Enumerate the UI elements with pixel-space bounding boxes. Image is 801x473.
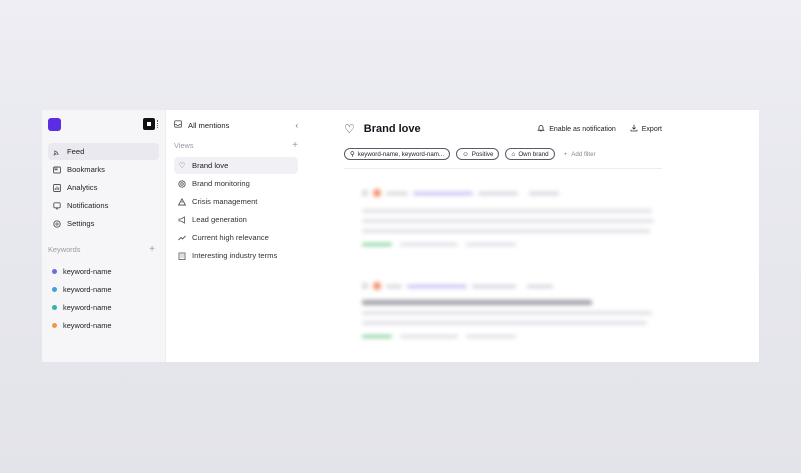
page-title: Brand love bbox=[363, 123, 421, 135]
all-mentions-row[interactable]: All mentions ‹ bbox=[174, 118, 298, 132]
bell-icon bbox=[537, 124, 545, 134]
view-item-label: Brand monitoring bbox=[192, 179, 250, 188]
view-item-current-high-relevance[interactable]: Current high relevance bbox=[174, 229, 298, 246]
workspace-switcher[interactable] bbox=[143, 118, 159, 130]
enable-notification-label: Enable as notification bbox=[549, 125, 616, 133]
view-item-lead-generation[interactable]: Lead generation bbox=[174, 211, 298, 228]
add-keyword-icon[interactable]: + bbox=[149, 244, 155, 255]
trend-icon bbox=[178, 234, 186, 242]
sidebar-item-settings[interactable]: Settings bbox=[48, 215, 159, 232]
keyword-filter-label: keyword-name, keyword-nam... bbox=[357, 150, 445, 158]
sidebar-header bbox=[48, 117, 159, 131]
sidebar-item-analytics[interactable]: Analytics bbox=[48, 179, 159, 196]
view-item-label: Crisis management bbox=[192, 197, 258, 206]
more-vertical-icon bbox=[157, 120, 159, 128]
view-item-label: Current high relevance bbox=[192, 233, 269, 242]
heart-icon: ♡ bbox=[178, 161, 186, 170]
smile-icon: ☺ bbox=[462, 150, 469, 158]
keyword-color-dot bbox=[52, 268, 57, 274]
plus-icon: + bbox=[563, 150, 568, 158]
keyword-label: keyword-name bbox=[63, 320, 112, 330]
workspace-icon bbox=[143, 118, 155, 130]
keyword-filter-chip[interactable]: ⚲ keyword-name, keyword-nam... bbox=[344, 148, 451, 160]
keyword-item[interactable]: keyword-name bbox=[48, 280, 159, 298]
avatar bbox=[373, 189, 381, 197]
view-item-brand-monitoring[interactable]: Brand monitoring bbox=[174, 175, 298, 192]
sidebar-item-bookmarks[interactable]: Bookmarks bbox=[48, 161, 159, 178]
views-section-header: Views + bbox=[174, 138, 298, 153]
building-icon bbox=[178, 252, 186, 260]
sidebar: Feed Bookmarks Analytics Notifications S… bbox=[42, 110, 166, 362]
keyword-color-dot bbox=[52, 304, 57, 310]
keyword-item[interactable]: keyword-name bbox=[48, 316, 159, 334]
sidebar-item-notifications[interactable]: Notifications bbox=[48, 197, 159, 214]
sidebar-item-label: Settings bbox=[67, 219, 95, 228]
views-panel: All mentions ‹ Views + ♡ Brand love Bran… bbox=[166, 110, 304, 362]
view-item-interesting-industry-terms[interactable]: Interesting industry terms bbox=[174, 247, 298, 264]
main-header: ♡ Brand love Enable as notification Expo… bbox=[344, 122, 662, 136]
tag-icon: ⌂ bbox=[511, 150, 516, 158]
source-icon bbox=[362, 283, 368, 289]
download-icon bbox=[630, 124, 638, 134]
key-icon: ⚲ bbox=[350, 151, 355, 158]
sidebar-item-label: Notifications bbox=[67, 201, 109, 210]
add-filter-button[interactable]: + Add filter bbox=[561, 151, 596, 158]
view-item-label: Interesting industry terms bbox=[192, 251, 278, 260]
export-button[interactable]: Export bbox=[630, 124, 662, 134]
sidebar-item-feed[interactable]: Feed bbox=[48, 143, 159, 160]
keyword-label: keyword-name bbox=[63, 266, 112, 276]
sentiment-filter-label: Positive bbox=[471, 150, 494, 158]
chart-icon bbox=[53, 183, 61, 192]
sidebar-item-label: Feed bbox=[67, 147, 85, 156]
heart-icon: ♡ bbox=[344, 122, 355, 136]
keyword-color-dot bbox=[52, 286, 57, 292]
view-item-crisis-management[interactable]: Crisis management bbox=[174, 193, 298, 210]
collapse-panel-icon[interactable]: ‹ bbox=[295, 121, 298, 130]
target-icon bbox=[178, 179, 186, 188]
warning-icon bbox=[178, 197, 186, 206]
keyword-item[interactable]: keyword-name bbox=[48, 298, 159, 316]
divider bbox=[344, 168, 662, 169]
megaphone-icon bbox=[178, 215, 186, 224]
mention-card[interactable] bbox=[344, 272, 659, 338]
app-logo bbox=[48, 117, 61, 131]
bell-icon bbox=[53, 201, 61, 210]
sidebar-item-label: Analytics bbox=[67, 183, 98, 192]
sentiment-filter-chip[interactable]: ☺ Positive bbox=[456, 148, 500, 160]
keyword-label: keyword-name bbox=[63, 302, 112, 312]
export-label: Export bbox=[641, 125, 662, 133]
avatar bbox=[373, 282, 381, 290]
gear-icon bbox=[53, 219, 61, 228]
brand-filter-label: Own brand bbox=[518, 150, 549, 158]
bookmark-icon bbox=[53, 166, 61, 174]
app-window: Feed Bookmarks Analytics Notifications S… bbox=[42, 110, 759, 362]
add-view-icon[interactable]: + bbox=[292, 140, 298, 151]
keywords-title: Keywords bbox=[48, 245, 81, 254]
add-filter-label: Add filter bbox=[571, 150, 596, 158]
views-title: Views bbox=[174, 141, 194, 150]
keywords-section-header: Keywords + bbox=[48, 244, 155, 255]
keyword-item[interactable]: keyword-name bbox=[48, 262, 159, 280]
keyword-color-dot bbox=[52, 322, 57, 328]
view-item-brand-love[interactable]: ♡ Brand love bbox=[174, 157, 298, 174]
keyword-label: keyword-name bbox=[63, 284, 112, 294]
view-item-label: Lead generation bbox=[192, 215, 247, 224]
view-item-label: Brand love bbox=[192, 161, 229, 170]
all-mentions-label: All mentions bbox=[188, 120, 230, 130]
brand-filter-chip[interactable]: ⌂ Own brand bbox=[505, 148, 555, 160]
enable-notification-button[interactable]: Enable as notification bbox=[537, 124, 616, 134]
sidebar-item-label: Bookmarks bbox=[67, 165, 105, 174]
filter-bar: ⚲ keyword-name, keyword-nam... ☺ Positiv… bbox=[344, 148, 759, 160]
main-content: ♡ Brand love Enable as notification Expo… bbox=[304, 110, 759, 362]
rss-icon bbox=[53, 148, 61, 156]
source-icon bbox=[362, 190, 368, 196]
inbox-icon bbox=[174, 120, 182, 130]
mention-card[interactable] bbox=[344, 179, 659, 246]
